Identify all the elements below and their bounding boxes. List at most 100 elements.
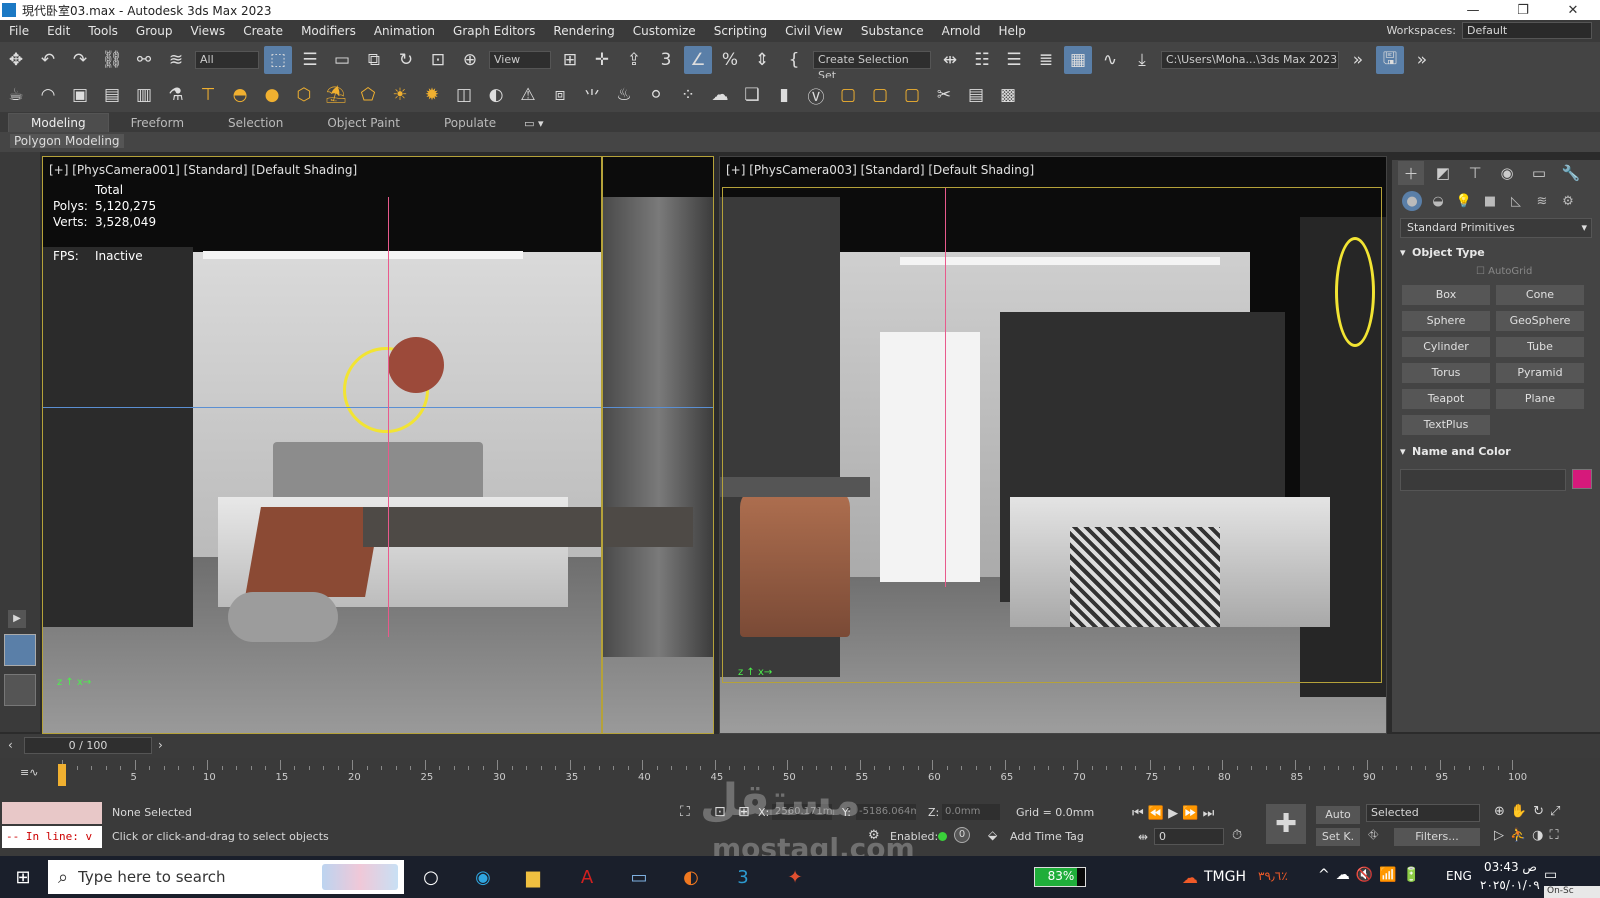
tab-object-paint[interactable]: Object Paint xyxy=(305,114,422,132)
layout-two-viewports[interactable] xyxy=(4,634,36,666)
project-folder-dropdown[interactable]: C:\Users\Moha...\3ds Max 2023 xyxy=(1161,51,1339,69)
mirror-icon[interactable]: ⇹ xyxy=(936,46,964,74)
pivot-icon[interactable]: ⊞ xyxy=(556,46,584,74)
firefox-icon[interactable]: ◐ xyxy=(676,862,706,892)
menu-civil-view[interactable]: Civil View xyxy=(776,24,852,38)
battery-indicator[interactable]: 83% xyxy=(1034,867,1086,887)
decal-icon[interactable]: ⧈ xyxy=(546,81,574,109)
notifications-icon[interactable]: ▭ xyxy=(1544,867,1557,883)
expand-layout-icon[interactable]: ▶ xyxy=(8,610,26,628)
name-color-rollout[interactable]: Name and Color xyxy=(1398,443,1594,461)
tray-icons[interactable]: ^☁🔇📶🔋 xyxy=(1318,867,1426,883)
torus-button[interactable]: Torus xyxy=(1402,363,1490,383)
select-move-icon[interactable]: ✥ xyxy=(2,46,30,74)
pyramid-button[interactable]: Pyramid xyxy=(1496,363,1584,383)
slider-next-icon[interactable]: › xyxy=(158,738,163,752)
manipulate-icon[interactable]: ✛ xyxy=(588,46,616,74)
time-tag-icon[interactable]: 0 xyxy=(954,827,970,843)
more-toolbar-icon[interactable]: » xyxy=(1408,46,1436,74)
menu-group[interactable]: Group xyxy=(127,24,182,38)
rotate-icon[interactable]: ↻ xyxy=(392,46,420,74)
geosphere-button[interactable]: GeoSphere xyxy=(1496,311,1584,331)
select-by-name-icon[interactable]: ☰ xyxy=(296,46,324,74)
minimize-button[interactable]: — xyxy=(1450,0,1496,20)
viewport-nav-icons-2[interactable]: ▷⛹◑⛶ xyxy=(1494,828,1565,843)
clipper-icon[interactable]: ⚠ xyxy=(514,81,542,109)
menu-animation[interactable]: Animation xyxy=(365,24,444,38)
add-time-tag[interactable]: Add Time Tag xyxy=(1010,830,1084,843)
viewport-camera-003[interactable]: [+] [PhysCamera003] [Standard] [Default … xyxy=(719,156,1387,734)
clock-date[interactable]: ٢٠٢٥/٠١/٠٩ xyxy=(1480,878,1540,892)
dome-light-icon[interactable]: ◓ xyxy=(226,81,254,109)
task-view-icon[interactable]: ○ xyxy=(416,862,446,892)
menu-graph-editors[interactable]: Graph Editors xyxy=(444,24,544,38)
vray-icon[interactable]: Ⓥ xyxy=(802,81,830,109)
time-config-icon[interactable]: ⏱ xyxy=(1232,828,1242,843)
curve-editor-icon[interactable]: ∿ xyxy=(1096,46,1124,74)
angle-snap-icon[interactable]: ∠ xyxy=(684,46,712,74)
object-color-swatch[interactable] xyxy=(1572,469,1592,489)
tab-populate[interactable]: Populate xyxy=(422,114,518,132)
on-screen-keyboard[interactable]: On-Sc xyxy=(1544,886,1600,898)
omni-light-icon[interactable]: ⊤ xyxy=(194,81,222,109)
layer-explorer-icon[interactable]: ≣ xyxy=(1032,46,1060,74)
time-marker[interactable] xyxy=(58,764,66,786)
slider-prev-icon[interactable]: ‹ xyxy=(8,738,13,752)
menu-views[interactable]: Views xyxy=(181,24,234,38)
tab-selection[interactable]: Selection xyxy=(206,114,305,132)
sun-light-icon[interactable]: ☀ xyxy=(386,81,414,109)
language-indicator[interactable]: ENG xyxy=(1446,869,1472,883)
add-time-tag-icon[interactable]: ⬙ xyxy=(988,828,997,842)
geometry-icon[interactable]: ● xyxy=(1402,191,1422,211)
enabled-indicator[interactable] xyxy=(938,832,947,841)
shapes-icon[interactable]: ◒ xyxy=(1428,191,1448,211)
layout-single-viewport[interactable] xyxy=(4,674,36,706)
menu-file[interactable]: File xyxy=(0,24,38,38)
menu-substance[interactable]: Substance xyxy=(852,24,933,38)
app-taskbar-icon[interactable]: ✦ xyxy=(780,862,810,892)
viewport-label[interactable]: [+] [PhysCamera003] [Standard] [Default … xyxy=(726,163,1034,177)
menu-arnold[interactable]: Arnold xyxy=(933,24,990,38)
menu-scripting[interactable]: Scripting xyxy=(705,24,776,38)
set-key-button[interactable]: Set K. xyxy=(1316,828,1360,846)
object-name-input[interactable] xyxy=(1400,469,1566,491)
render-setup-icon[interactable]: ▤ xyxy=(98,81,126,109)
green-panel-icon[interactable]: ▩ xyxy=(994,81,1022,109)
tube-button[interactable]: Tube xyxy=(1496,337,1584,357)
layers-icon[interactable]: ❏ xyxy=(738,81,766,109)
create-tab-icon[interactable]: ＋ xyxy=(1398,161,1424,185)
render-production-icon[interactable]: ▥ xyxy=(130,81,158,109)
frame-buffer-icon[interactable]: ▮ xyxy=(770,81,798,109)
teapot-icon[interactable]: ☕ xyxy=(2,81,30,109)
teapot-button[interactable]: Teapot xyxy=(1402,389,1490,409)
place-icon[interactable]: ⊕ xyxy=(456,46,484,74)
viewport-label[interactable]: [+] [PhysCamera001] [Standard] [Default … xyxy=(49,163,357,177)
scale-icon[interactable]: ⊡ xyxy=(424,46,452,74)
select-object-icon[interactable]: ⬚ xyxy=(264,46,292,74)
box-button[interactable]: Box xyxy=(1402,285,1490,305)
window-crossing-icon[interactable]: ⧉ xyxy=(360,46,388,74)
maximize-button[interactable]: ❐ xyxy=(1500,0,1546,20)
polygon-modeling-panel[interactable]: Polygon Modeling xyxy=(10,134,124,148)
link-icon[interactable]: ⛓ xyxy=(98,46,126,74)
fire-icon[interactable]: ♨ xyxy=(610,81,638,109)
viewport-nav-icons[interactable]: ⊕✋↻⤢ xyxy=(1494,804,1566,819)
spinner-snap-icon[interactable]: ⇕ xyxy=(748,46,776,74)
edge-icon[interactable]: ◉ xyxy=(468,862,498,892)
rect-selection-icon[interactable]: ▭ xyxy=(328,46,356,74)
set-key-big-icon[interactable]: ✚ xyxy=(1266,804,1306,844)
weather-icon[interactable]: ☁ xyxy=(1182,868,1198,887)
redo-icon[interactable]: ↷ xyxy=(66,46,94,74)
tab-freeform[interactable]: Freeform xyxy=(109,114,206,132)
acrobat-icon[interactable]: A xyxy=(572,862,602,892)
workspaces-dropdown[interactable]: Default xyxy=(1462,22,1592,39)
menu-modifiers[interactable]: Modifiers xyxy=(292,24,365,38)
expand-toolbar-icon[interactable]: » xyxy=(1344,46,1372,74)
filters-button[interactable]: Filters... xyxy=(1394,828,1480,846)
utilities-tab-icon[interactable]: 🔧 xyxy=(1558,161,1584,185)
primitives-dropdown[interactable]: Standard Primitives ▾ xyxy=(1400,218,1592,238)
snap-3d-icon[interactable]: 3 xyxy=(652,46,680,74)
render-frame-icon[interactable]: ▣ xyxy=(66,81,94,109)
fp-icon-3[interactable]: ▢ xyxy=(898,81,926,109)
current-frame-input[interactable]: 0 xyxy=(1154,828,1224,845)
